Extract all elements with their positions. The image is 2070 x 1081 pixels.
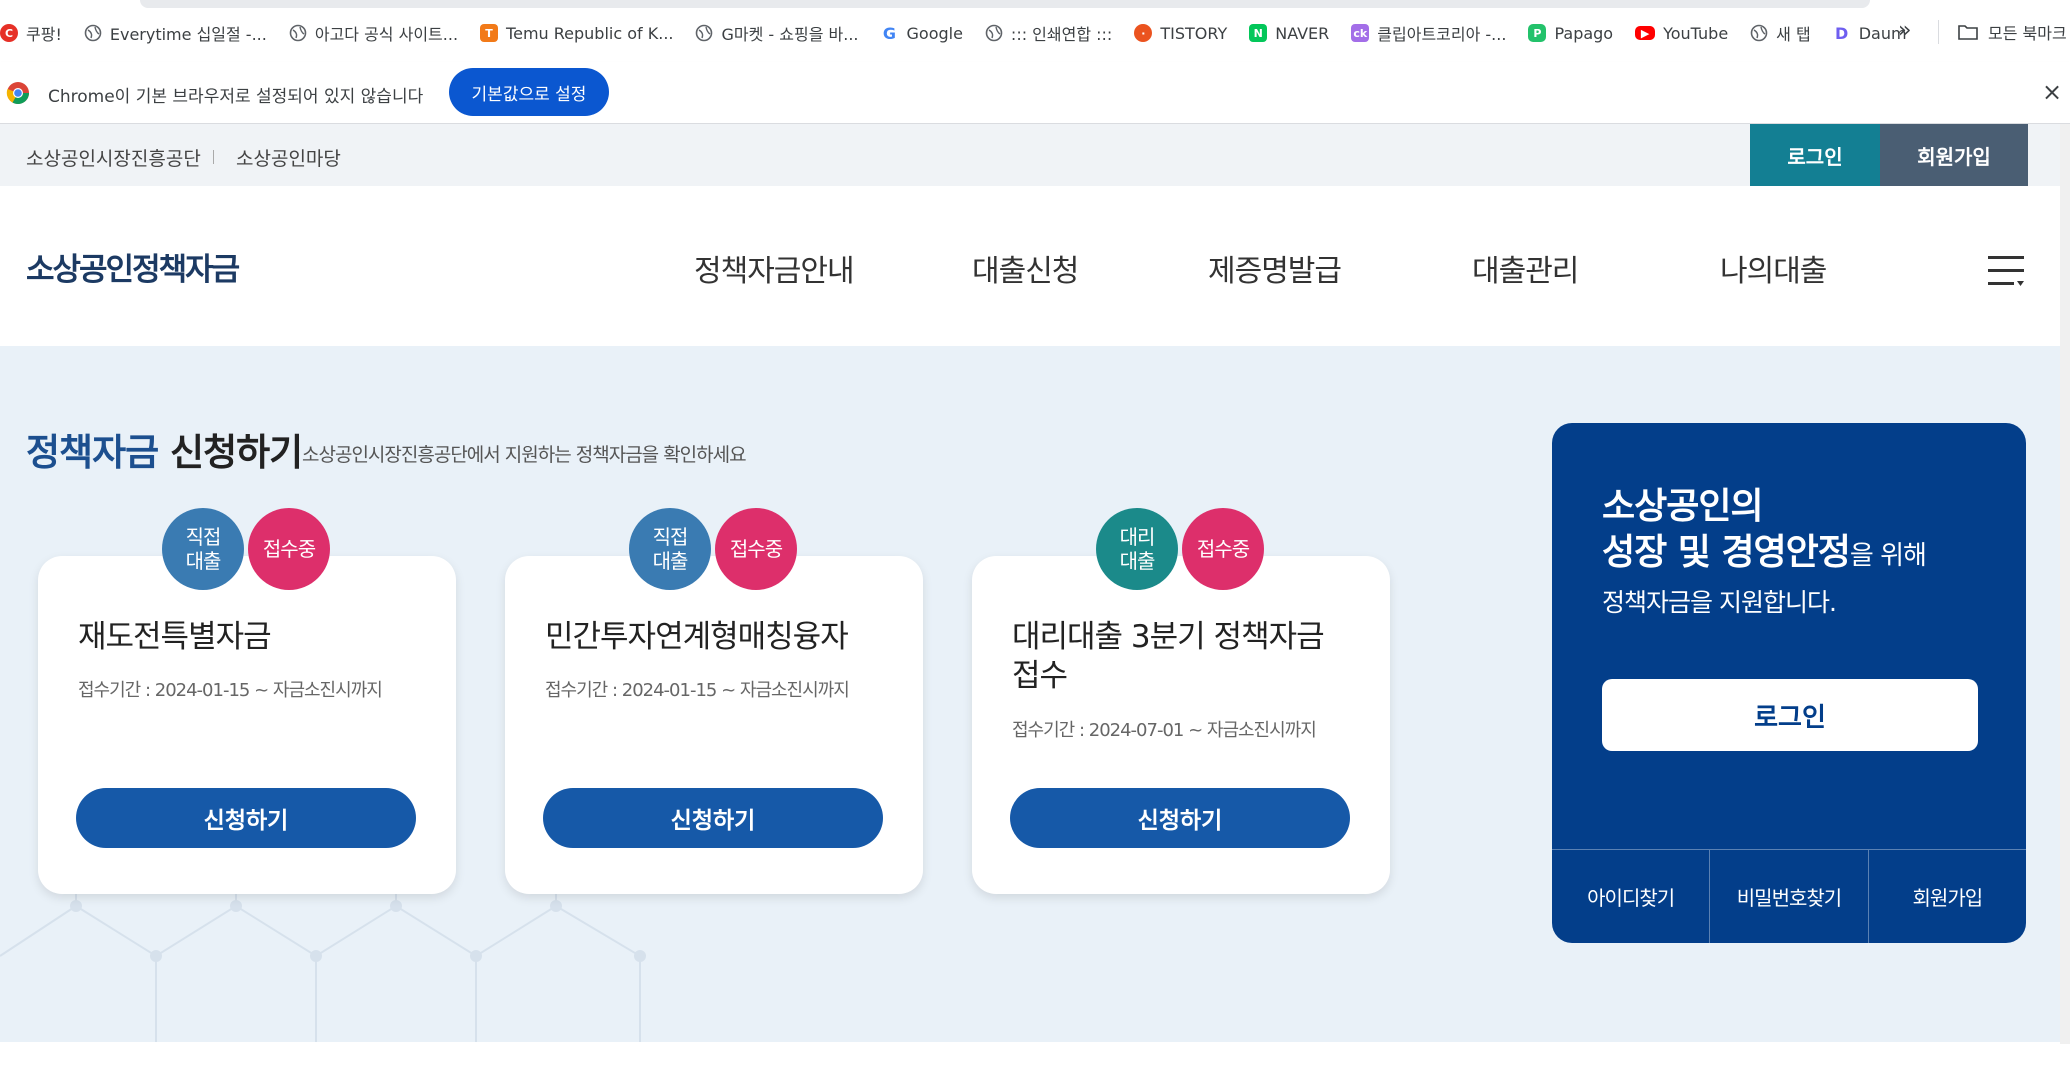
panel-heading-line3: 정책자금을 지원합니다.: [1602, 588, 1837, 617]
globe-icon: [985, 24, 1003, 42]
status-badge: 접수중: [715, 508, 797, 590]
utility-divider: [213, 150, 214, 164]
panel-login-button[interactable]: 로그인: [1602, 679, 1978, 751]
omnibox-edge: [140, 0, 1870, 8]
clipartkorea-icon: ck: [1351, 24, 1370, 42]
loan-type-badge: 대리 대출: [1096, 508, 1178, 590]
find-id-link[interactable]: 아이디찾기: [1552, 850, 1711, 943]
chrome-icon: [6, 82, 29, 104]
top-login-button[interactable]: 로그인: [1750, 124, 1880, 186]
naver-icon: N: [1249, 24, 1268, 42]
semas-link[interactable]: 소상공인시장진흥공단: [26, 144, 201, 171]
apply-button[interactable]: 신청하기: [543, 788, 883, 848]
bookmark-daum[interactable]: D Daum: [1833, 24, 1907, 43]
apply-button[interactable]: 신청하기: [76, 788, 416, 848]
login-panel: 소상공인의 성장 및 경영안정을 위해 정책자금을 지원합니다. 로그인 아이디…: [1552, 423, 2026, 943]
fund-card-period: 접수기간 : 2024-07-01 ~ 자금소진시까지: [1012, 720, 1317, 741]
daum-icon: D: [1835, 23, 1849, 43]
globe-icon: [84, 24, 102, 42]
main-content: 정책자금 신청하기 소상공인시장진흥공단에서 지원하는 정책자금을 확인하세요 …: [0, 346, 2060, 1042]
sbiz-madang-link[interactable]: 소상공인마당: [236, 144, 341, 171]
fund-card-title: 재도전특별자금: [78, 619, 272, 655]
site-logo[interactable]: 소상공인정책자금: [26, 244, 240, 289]
more-bookmarks-button[interactable]: »: [1898, 18, 1911, 43]
find-password-link[interactable]: 비밀번호찾기: [1710, 850, 1869, 943]
bookmarks-bar: C 쿠팡! Everytime 십일절 -... 아고다 공식 사이트... TT…: [0, 0, 2070, 62]
set-default-button[interactable]: 기본값으로 설정: [449, 68, 609, 116]
fund-card-period: 접수기간 : 2024-01-15 ~ 자금소진시까지: [545, 680, 850, 701]
bookmark-tistory[interactable]: · TISTORY: [1134, 24, 1227, 43]
top-join-button[interactable]: 회원가입: [1880, 124, 2028, 186]
panel-heading-line1: 소상공인의: [1602, 486, 1764, 527]
fund-card: 대리대출 3분기 정책자금 접수 접수기간 : 2024-07-01 ~ 자금소…: [972, 556, 1390, 894]
nav-certificate[interactable]: 제증명발급: [1208, 246, 1342, 290]
bookmark-papago[interactable]: P Papago: [1528, 24, 1613, 43]
apply-button[interactable]: 신청하기: [1010, 788, 1350, 848]
bookmark-clipartkorea[interactable]: ck 클립아트코리아 -...: [1351, 21, 1506, 45]
nav-loan-apply[interactable]: 대출신청: [972, 246, 1079, 290]
close-icon[interactable]: ×: [2042, 78, 2062, 106]
bookmark-list: C 쿠팡! Everytime 십일절 -... 아고다 공식 사이트... TT…: [0, 18, 1929, 48]
section-subtitle: 소상공인시장진흥공단에서 지원하는 정책자금을 확인하세요: [302, 444, 747, 466]
bookmark-everytime[interactable]: Everytime 십일절 -...: [84, 21, 267, 45]
youtube-icon: ▶: [1635, 26, 1656, 40]
bookmark-new-tab[interactable]: 새 탭: [1750, 21, 1811, 45]
bookmark-gmarket[interactable]: G마켓 - 쇼핑을 바...: [695, 21, 859, 45]
fund-card: 민간투자연계형매칭융자 접수기간 : 2024-01-15 ~ 자금소진시까지 …: [505, 556, 923, 894]
globe-icon: [1750, 24, 1768, 42]
bookmark-youtube[interactable]: ▶ YouTube: [1635, 24, 1728, 43]
bookmark-separator: [1938, 20, 1939, 44]
fund-card-title: 대리대출 3분기 정책자금 접수: [1012, 619, 1325, 694]
loan-type-badge: 직접 대출: [629, 508, 711, 590]
folder-icon: [1958, 25, 1978, 40]
page-scrollbar[interactable]: [2060, 124, 2070, 1044]
tistory-icon: ·: [1134, 24, 1153, 42]
panel-heading-line2: 성장 및 경영안정을 위해: [1602, 532, 1927, 573]
globe-icon: [695, 24, 713, 42]
bookmark-coupang[interactable]: C 쿠팡!: [0, 21, 62, 45]
panel-links: 아이디찾기 비밀번호찾기 회원가입: [1552, 849, 2026, 943]
default-browser-infobar: Chrome이 기본 브라우저로 설정되어 있지 않습니다 기본값으로 설정 ×: [0, 62, 2070, 124]
google-icon: G: [882, 23, 897, 43]
fund-card: 재도전특별자금 접수기간 : 2024-01-15 ~ 자금소진시까지 신청하기: [38, 556, 456, 894]
section-title: 정책자금 신청하기: [26, 431, 303, 474]
fund-card-title: 민간투자연계형매칭융자: [545, 619, 849, 655]
bookmark-naver[interactable]: N NAVER: [1249, 24, 1329, 43]
site-header: 소상공인정책자금 정책자금안내 대출신청 제증명발급 대출관리 나의대출: [0, 186, 2060, 346]
hamburger-menu-icon[interactable]: [1986, 254, 2026, 288]
temu-icon: T: [480, 24, 499, 42]
status-badge: 접수중: [248, 508, 330, 590]
bookmark-print-union[interactable]: ::: 인쇄연합 :::: [985, 21, 1112, 45]
nav-policy-fund-info[interactable]: 정책자금안내: [694, 246, 855, 290]
coupang-icon: C: [0, 24, 18, 42]
nav-my-loan[interactable]: 나의대출: [1720, 246, 1827, 290]
status-badge: 접수중: [1182, 508, 1264, 590]
utility-bar: 소상공인시장진흥공단 소상공인마당 로그인 회원가입: [0, 124, 2070, 186]
papago-icon: P: [1528, 24, 1547, 42]
fund-card-period: 접수기간 : 2024-01-15 ~ 자금소진시까지: [78, 680, 383, 701]
bookmark-agoda[interactable]: 아고다 공식 사이트...: [289, 21, 458, 45]
bookmark-google[interactable]: G Google: [881, 24, 963, 43]
all-bookmarks-folder[interactable]: 모든 북마크: [1958, 20, 2067, 44]
nav-loan-manage[interactable]: 대출관리: [1472, 246, 1579, 290]
panel-join-link[interactable]: 회원가입: [1869, 850, 2026, 943]
bookmark-temu[interactable]: T Temu Republic of K...: [480, 24, 673, 43]
globe-icon: [289, 24, 307, 42]
loan-type-badge: 직접 대출: [162, 508, 244, 590]
infobar-message: Chrome이 기본 브라우저로 설정되어 있지 않습니다: [48, 87, 424, 107]
